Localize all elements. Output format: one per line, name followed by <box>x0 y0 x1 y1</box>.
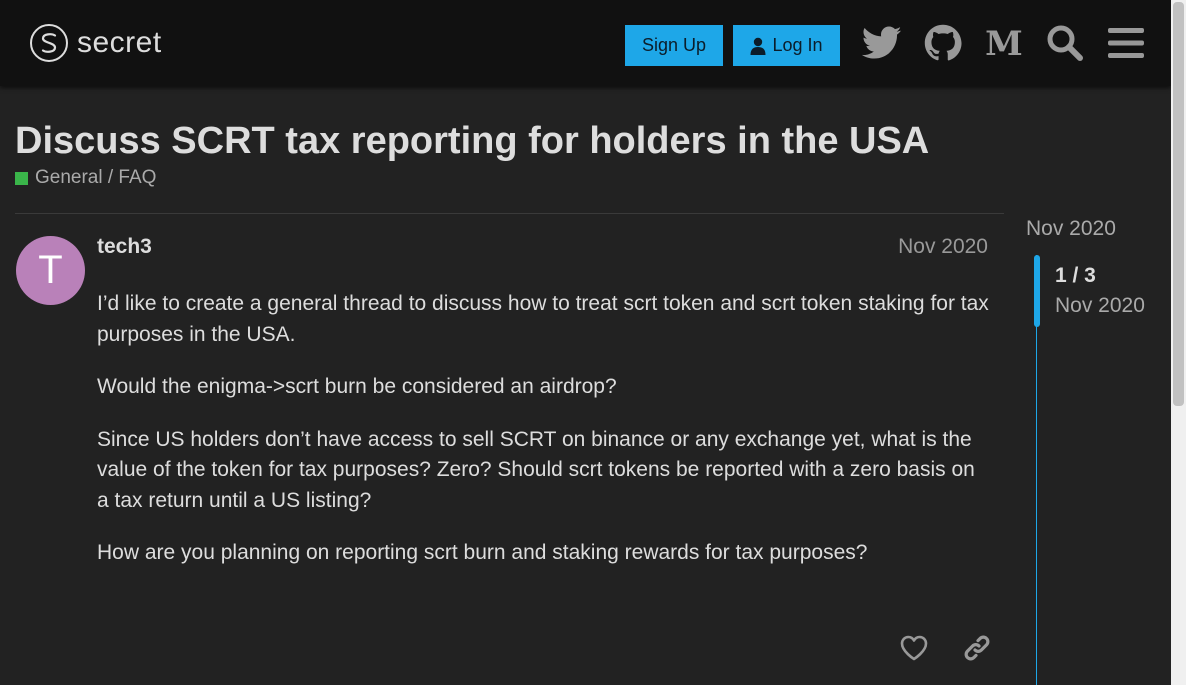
log-in-button[interactable]: Log In <box>733 25 840 66</box>
category-label: General / FAQ <box>35 167 157 188</box>
post-paragraph: Since US holders don’t have access to se… <box>97 427 975 512</box>
svg-text:M: M <box>985 26 1023 60</box>
heart-icon <box>900 635 928 661</box>
menu-icon[interactable] <box>1105 22 1147 64</box>
log-in-label: Log In <box>772 35 823 55</box>
page-scrollbar[interactable] <box>1171 0 1186 685</box>
post-paragraph: I’d like to create a general thread to d… <box>97 292 989 346</box>
share-link-button[interactable] <box>959 630 995 666</box>
search-icon[interactable] <box>1044 22 1086 64</box>
github-icon[interactable] <box>922 22 964 64</box>
site-header: secret Sign Up Log In M <box>0 0 1171 86</box>
user-icon <box>750 37 766 55</box>
scrollbar-thumb[interactable] <box>1173 2 1184 406</box>
medium-icon[interactable]: M <box>983 22 1025 64</box>
like-button[interactable] <box>896 630 932 666</box>
twitter-icon[interactable] <box>861 22 903 64</box>
topic-divider <box>15 213 1004 214</box>
timeline-current-date: Nov 2020 <box>1055 294 1145 317</box>
category-color-swatch <box>15 171 28 185</box>
post-paragraph: How are you planning on reporting scrt b… <box>97 541 868 564</box>
logo-wordmark: secret <box>77 26 162 59</box>
avatar[interactable]: T <box>16 236 85 305</box>
link-icon <box>964 635 990 661</box>
category-badge[interactable]: General / FAQ <box>15 167 156 189</box>
sign-up-button[interactable]: Sign Up <box>625 25 723 66</box>
timeline-start-date[interactable]: Nov 2020 <box>1026 217 1116 241</box>
site-logo[interactable]: secret <box>29 23 162 63</box>
post-date[interactable]: Nov 2020 <box>880 235 988 259</box>
timeline-position: 1 / 3 <box>1055 264 1096 287</box>
post-paragraph: Would the enigma->scrt burn be considere… <box>97 375 617 398</box>
secret-logo-icon <box>30 24 68 62</box>
topic-title[interactable]: Discuss SCRT tax reporting for holders i… <box>15 120 929 163</box>
post-username[interactable]: tech3 <box>97 235 152 259</box>
timeline-scroll-handle[interactable] <box>1034 255 1040 327</box>
post-body: I’d like to create a general thread to d… <box>97 289 992 591</box>
